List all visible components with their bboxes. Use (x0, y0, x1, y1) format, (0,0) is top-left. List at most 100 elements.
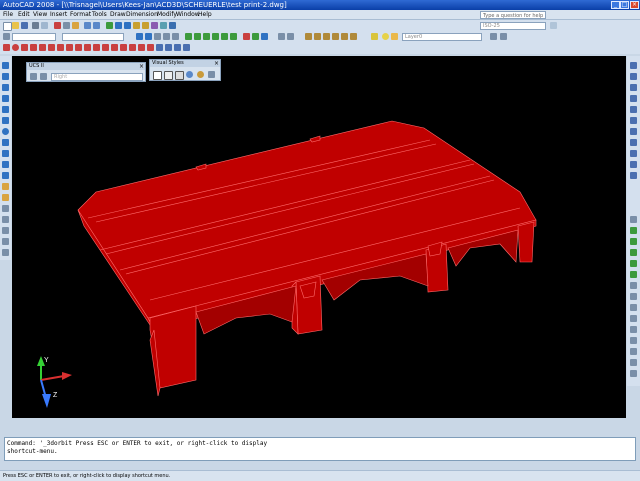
visual-styles-manager-icon[interactable] (208, 71, 215, 78)
maximize-button[interactable]: □ (620, 1, 629, 9)
extrude-icon[interactable] (84, 44, 91, 51)
properties-icon[interactable] (133, 22, 140, 29)
markup-icon[interactable] (160, 22, 167, 29)
arc-icon[interactable] (2, 117, 9, 124)
trim-icon[interactable] (630, 161, 637, 168)
ucs-origin-icon[interactable] (212, 33, 219, 40)
sweep-icon[interactable] (102, 44, 109, 51)
view-bottom-icon[interactable] (314, 33, 321, 40)
osnap-none-icon[interactable] (630, 326, 637, 333)
ucs-world-icon[interactable] (163, 33, 170, 40)
circle-icon[interactable] (2, 128, 9, 135)
command-window[interactable]: Command: '_3dorbit Press ESC or ENTER to… (4, 437, 636, 461)
ucs-face-icon[interactable] (185, 33, 192, 40)
undo-icon[interactable] (84, 22, 91, 29)
new-icon[interactable] (3, 22, 12, 31)
osnap-endpoint-icon[interactable] (630, 216, 637, 223)
osnap-quadrant-icon[interactable] (630, 260, 637, 267)
3d-move-icon[interactable] (156, 44, 163, 51)
ucs2-panel[interactable]: UCS II × Right (26, 62, 146, 82)
menu-dimension[interactable]: Dimension (126, 11, 158, 18)
osnap-settings-icon[interactable] (630, 337, 637, 344)
tool-palettes-icon[interactable] (151, 22, 158, 29)
sun-icon[interactable] (391, 33, 398, 40)
loft-icon[interactable] (120, 44, 127, 51)
layer-combo[interactable]: Layer0 (402, 33, 482, 41)
menu-insert[interactable]: Insert (50, 11, 67, 18)
paste-icon[interactable] (72, 22, 79, 29)
orbit-icon[interactable] (136, 33, 143, 40)
intersect-icon[interactable] (147, 44, 154, 51)
style-combo[interactable]: ISO-25 (480, 22, 546, 30)
gradient-icon[interactable] (2, 227, 9, 234)
menu-format[interactable]: Format (70, 11, 91, 18)
design-center-icon[interactable] (142, 22, 149, 29)
view-front-icon[interactable] (341, 33, 348, 40)
drawing-viewport[interactable]: Y Z UCS II × Right Visual Styles × (12, 56, 626, 418)
apply-icon[interactable] (278, 33, 285, 40)
zoom-icon[interactable] (115, 22, 122, 29)
workspace-icon[interactable] (3, 33, 10, 40)
box-icon[interactable] (3, 44, 10, 51)
preview-icon[interactable] (41, 22, 48, 29)
revcloud-icon[interactable] (2, 139, 9, 146)
layer-properties-icon[interactable] (371, 33, 378, 40)
ucs-combo[interactable] (62, 33, 124, 41)
spline-icon[interactable] (2, 150, 9, 157)
ucs-zaxis-icon[interactable] (221, 33, 228, 40)
union-icon[interactable] (129, 44, 136, 51)
ucs-3point-icon[interactable] (230, 33, 237, 40)
presspull-icon[interactable] (93, 44, 100, 51)
open-icon[interactable] (12, 22, 19, 29)
pyramid-icon[interactable] (57, 44, 64, 51)
visual-styles-close-icon[interactable]: × (214, 60, 219, 67)
menu-view[interactable]: View (33, 11, 47, 18)
stretch-icon[interactable] (630, 150, 637, 157)
menu-window[interactable]: Window (176, 11, 200, 18)
redo-icon[interactable] (93, 22, 100, 29)
polyline-icon[interactable] (2, 84, 9, 91)
3d-hidden-icon[interactable] (175, 71, 184, 80)
sphere-icon[interactable] (12, 44, 19, 51)
named-ucs-icon[interactable] (287, 33, 294, 40)
menu-draw[interactable]: Draw (110, 11, 126, 18)
lightbulb-icon[interactable] (382, 33, 389, 40)
3d-wireframe-icon[interactable] (164, 71, 173, 80)
menu-tools[interactable]: Tools (92, 11, 107, 18)
conceptual-icon[interactable] (197, 71, 204, 78)
ucs-world-panel-icon[interactable] (40, 73, 47, 80)
construction-line-icon[interactable] (2, 73, 9, 80)
2d-wireframe-icon[interactable] (153, 71, 162, 80)
help-icon[interactable] (169, 22, 176, 29)
ucs2-combo[interactable]: Right (51, 73, 143, 81)
view-left-icon[interactable] (323, 33, 330, 40)
cut-icon[interactable] (54, 22, 61, 29)
wedge-icon[interactable] (39, 44, 46, 51)
3d-align-icon[interactable] (174, 44, 181, 51)
ucs-manager-icon[interactable] (30, 73, 37, 80)
ucs2-close-icon[interactable]: × (139, 63, 144, 70)
osnap-midpoint-icon[interactable] (630, 227, 637, 234)
osnap-node-icon[interactable] (630, 304, 637, 311)
subtract-icon[interactable] (138, 44, 145, 51)
hatch-icon[interactable] (2, 216, 9, 223)
help-search-input[interactable]: Type a question for help (480, 11, 546, 19)
ellipse-icon[interactable] (2, 161, 9, 168)
insert-block-icon[interactable] (2, 183, 9, 190)
osnap-tangent-icon[interactable] (630, 271, 637, 278)
mirror-icon[interactable] (630, 84, 637, 91)
ucs-y-icon[interactable] (252, 33, 259, 40)
erase-icon[interactable] (630, 62, 637, 69)
osnap-parallel-icon[interactable] (630, 293, 637, 300)
visual-styles-panel[interactable]: Visual Styles × (149, 59, 221, 81)
ucs-x-icon[interactable] (243, 33, 250, 40)
chamfer-icon[interactable] (630, 370, 637, 377)
cylinder-icon[interactable] (21, 44, 28, 51)
copy-object-icon[interactable] (630, 73, 637, 80)
array-icon[interactable] (630, 106, 637, 113)
realistic-icon[interactable] (186, 71, 193, 78)
free-orbit-icon[interactable] (145, 33, 152, 40)
3d-array-icon[interactable] (183, 44, 190, 51)
fillet-icon[interactable] (630, 359, 637, 366)
ucs-z-icon[interactable] (261, 33, 268, 40)
